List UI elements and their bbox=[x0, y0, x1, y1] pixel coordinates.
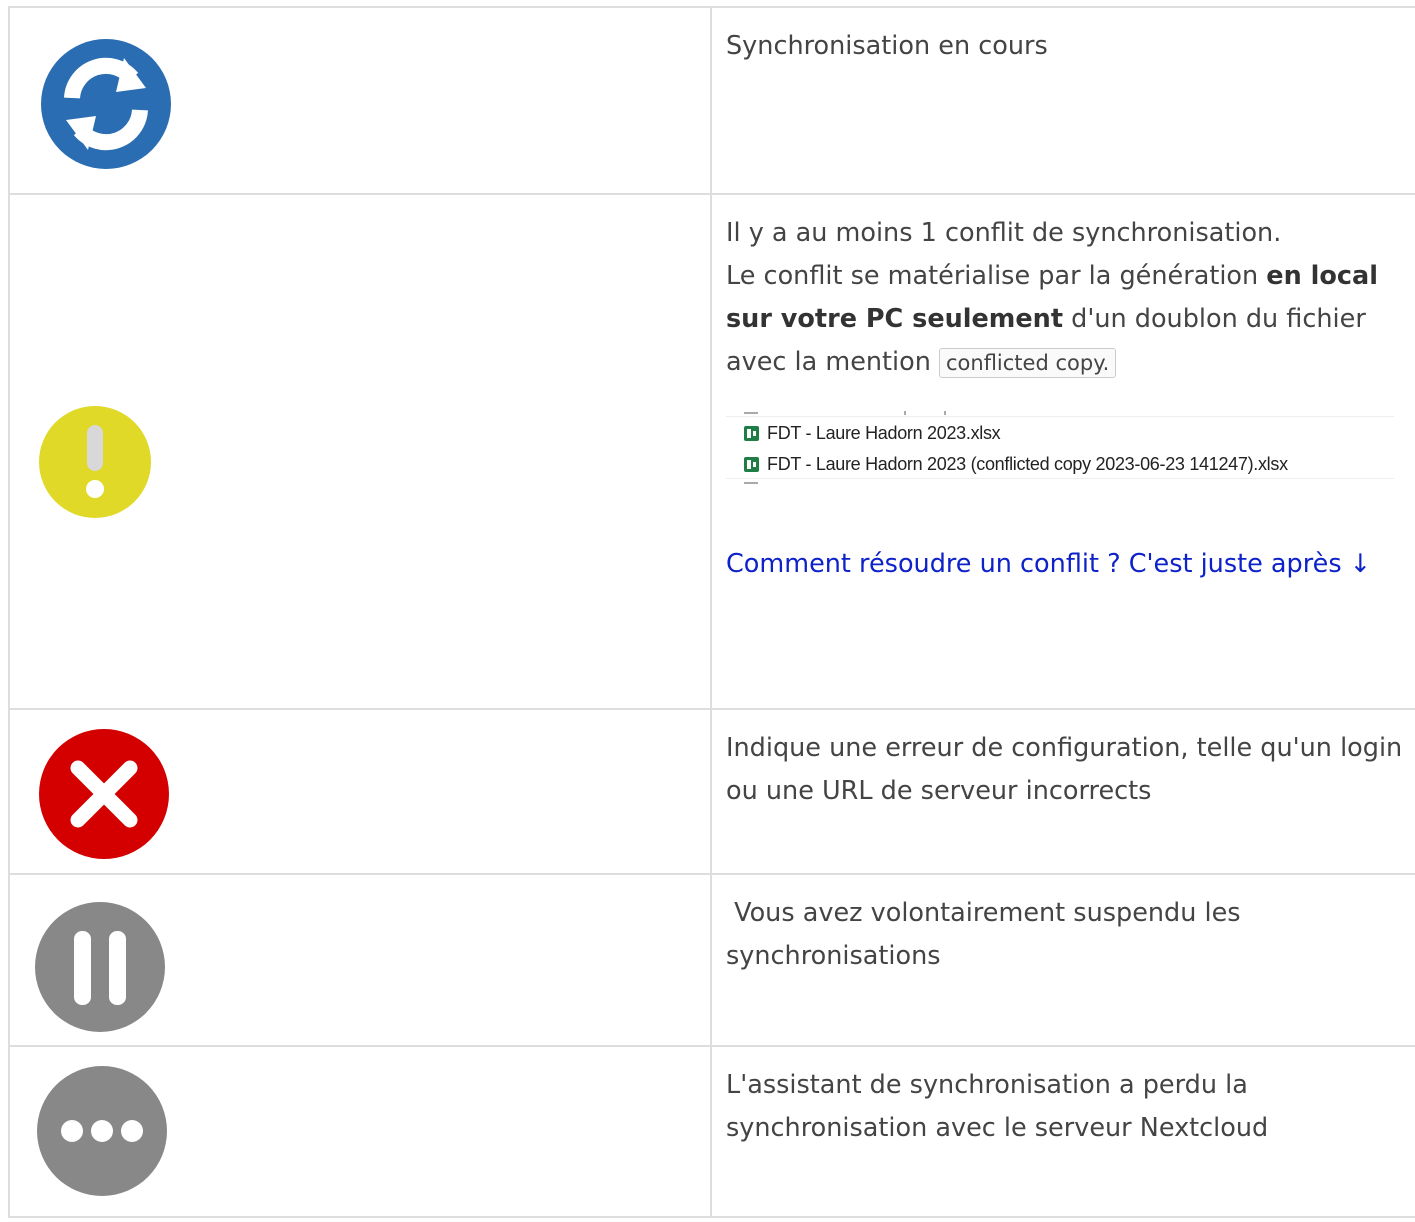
warning-icon bbox=[39, 406, 151, 518]
table-row: L'assistant de synchronisation a perdu l… bbox=[8, 1045, 1415, 1218]
status-description: Vous avez volontairement suspendu les sy… bbox=[726, 898, 1249, 971]
file-row: FDT - Laure Hadorn 2023.xlsx bbox=[744, 420, 1001, 446]
table-row: Vous avez volontairement suspendu les sy… bbox=[8, 873, 1415, 1047]
sync-status-table: Synchronisation en cours Il y a au moins… bbox=[8, 6, 1415, 1218]
conflicted-copy-code: conflicted copy. bbox=[939, 348, 1117, 378]
file-row: FDT - Laure Hadorn 2023 (conflicted copy… bbox=[744, 451, 1288, 477]
pause-icon bbox=[35, 902, 165, 1032]
table-row: Indique une erreur de configuration, tel… bbox=[8, 708, 1415, 875]
description-cell: Il y a au moins 1 conflit de synchronisa… bbox=[710, 193, 1415, 710]
description-cell: L'assistant de synchronisation a perdu l… bbox=[710, 1045, 1415, 1218]
icon-cell bbox=[8, 1045, 712, 1218]
description-cell: Synchronisation en cours bbox=[710, 6, 1415, 195]
table-row: Il y a au moins 1 conflit de synchronisa… bbox=[8, 193, 1415, 710]
conflict-intro: Il y a au moins 1 conflit de synchronisa… bbox=[726, 218, 1282, 248]
status-description: L'assistant de synchronisation a perdu l… bbox=[726, 1070, 1269, 1143]
icon-cell bbox=[8, 6, 712, 195]
description-cell: Indique une erreur de configuration, tel… bbox=[710, 708, 1415, 875]
file-list-screenshot: FDT - Laure Hadorn 2023.xlsx FDT - Laure… bbox=[726, 408, 1394, 498]
table-row: Synchronisation en cours bbox=[8, 6, 1415, 195]
ellipsis-icon bbox=[37, 1066, 167, 1196]
spreadsheet-icon bbox=[744, 425, 759, 441]
icon-cell bbox=[8, 708, 712, 875]
status-description: Il y a au moins 1 conflit de synchronisa… bbox=[726, 212, 1415, 385]
spreadsheet-icon bbox=[744, 456, 759, 472]
icon-cell bbox=[8, 873, 712, 1047]
file-name: FDT - Laure Hadorn 2023.xlsx bbox=[767, 422, 1001, 443]
sync-icon bbox=[41, 39, 171, 169]
description-cell: Vous avez volontairement suspendu les sy… bbox=[710, 873, 1415, 1047]
resolve-conflict-link[interactable]: Comment résoudre un conflit ? C'est just… bbox=[726, 536, 1415, 593]
status-description: Synchronisation en cours bbox=[726, 31, 1048, 61]
file-name: FDT - Laure Hadorn 2023 (conflicted copy… bbox=[767, 453, 1288, 474]
error-icon bbox=[39, 729, 169, 859]
conflict-explanation-start: Le conflit se matérialise par la générat… bbox=[726, 261, 1267, 291]
icon-cell bbox=[8, 193, 712, 710]
status-description: Indique une erreur de configuration, tel… bbox=[726, 733, 1403, 806]
